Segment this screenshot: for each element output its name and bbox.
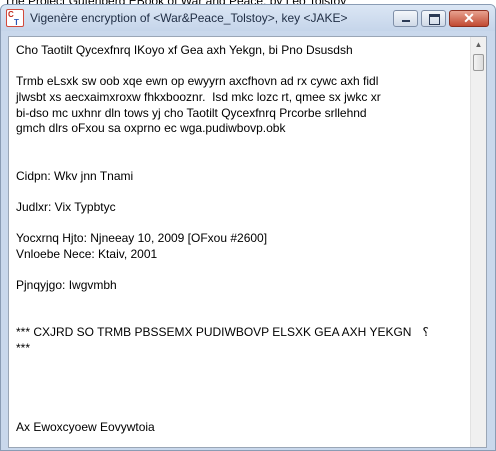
close-icon: ✕ bbox=[463, 10, 475, 26]
document-line bbox=[16, 372, 470, 388]
maximize-icon bbox=[429, 14, 440, 25]
document-line: *** bbox=[16, 341, 31, 356]
vertical-scrollbar[interactable]: ▲ bbox=[470, 37, 486, 447]
title-bar[interactable]: C T Vigenère encryption of <War&Peace_To… bbox=[1, 5, 495, 31]
document-line: Cho Taotilt Qycexfnrq IKoyo xf Gea axh Y… bbox=[16, 43, 353, 57]
document-line: bi-dso mc uxhnr dln tows yj cho Taotilt … bbox=[16, 105, 367, 120]
document-line bbox=[16, 216, 470, 232]
scroll-up-arrow-icon[interactable]: ▲ bbox=[471, 37, 486, 53]
document-line: Vnloebe Nece: Ktaiv, 2001 bbox=[16, 246, 158, 261]
document-line bbox=[16, 137, 470, 153]
document-line bbox=[16, 388, 470, 404]
document-line: Pjnqyjgo: Iwgvmbh bbox=[16, 278, 117, 293]
maximize-button[interactable] bbox=[421, 10, 446, 27]
document-text[interactable]: Cho Taotilt Qycexfnrq IKoyo xf Gea axh Y… bbox=[9, 37, 470, 447]
document-line bbox=[16, 294, 470, 310]
document-line: jlwsbt xs aecxaimxroxw fhkxbooznr. Isd m… bbox=[16, 90, 381, 105]
scroll-thumb[interactable] bbox=[473, 54, 484, 71]
document-line bbox=[16, 404, 470, 420]
minimize-button[interactable] bbox=[393, 10, 418, 27]
document-line: Cidpn: Wkv jnn Tnami bbox=[16, 168, 134, 183]
document-line: gmch dlrs oFxou sa oxprno ec wga.pudiwbo… bbox=[16, 121, 286, 136]
app-icon[interactable]: C T bbox=[6, 9, 24, 27]
paragraph-marker: ⸮ bbox=[422, 325, 429, 340]
app-icon-letter-c: C bbox=[8, 10, 14, 19]
cipher-window: C T Vigenère encryption of <War&Peace_To… bbox=[0, 4, 496, 451]
document-line bbox=[16, 263, 470, 279]
document-line: Trmb eLsxk sw oob xqe ewn op ewyyrn axcf… bbox=[16, 74, 379, 89]
close-button[interactable]: ✕ bbox=[449, 10, 489, 27]
document-line bbox=[16, 153, 470, 169]
text-view: Cho Taotilt Qycexfnrq IKoyo xf Gea axh Y… bbox=[8, 36, 487, 448]
document-line bbox=[16, 59, 470, 75]
window-title: Vigenère encryption of <War&Peace_Tolsto… bbox=[30, 11, 348, 25]
minimize-icon bbox=[402, 20, 410, 22]
app-icon-letter-t: T bbox=[14, 18, 19, 27]
document-line bbox=[16, 310, 470, 326]
document-line: Ax Ewoxcyoew Eovywtoia bbox=[16, 419, 155, 434]
document-line bbox=[16, 184, 470, 200]
document-line: *** CXJRD SO TRMB PBSSEMX PUDIWBOVP ELSX… bbox=[16, 325, 429, 340]
document-line: Judlxr: Vix Typbtyc bbox=[16, 199, 116, 214]
document-line: Yocxrnq Hjto: Njneeay 10, 2009 [OFxou #2… bbox=[16, 231, 268, 246]
document-line bbox=[16, 357, 470, 373]
